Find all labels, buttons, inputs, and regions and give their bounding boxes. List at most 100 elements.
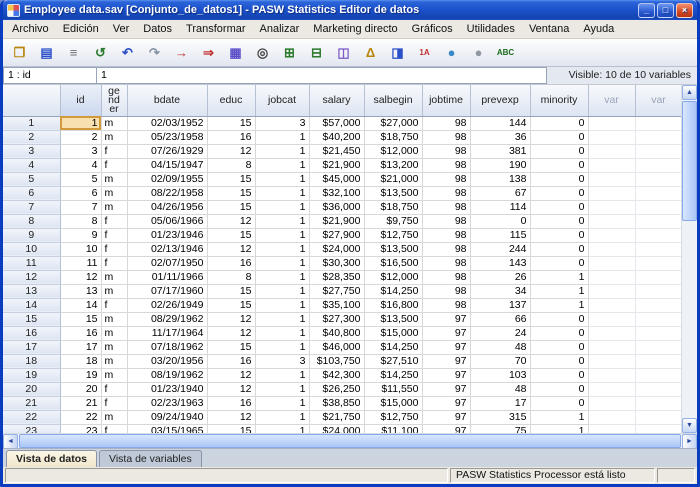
cell[interactable]: 15: [207, 284, 255, 298]
cell-empty[interactable]: [588, 410, 635, 424]
row-number[interactable]: 4: [3, 158, 60, 172]
cell[interactable]: $36,000: [309, 200, 364, 214]
cell[interactable]: 16: [207, 256, 255, 270]
cell[interactable]: $12,750: [364, 228, 422, 242]
cell[interactable]: 70: [470, 354, 530, 368]
cell[interactable]: 1: [255, 186, 309, 200]
cell[interactable]: m: [101, 326, 127, 340]
cell-empty[interactable]: [635, 186, 681, 200]
row-number[interactable]: 8: [3, 214, 60, 228]
row-number[interactable]: 21: [3, 396, 60, 410]
cell[interactable]: $9,750: [364, 214, 422, 228]
cell[interactable]: m: [101, 312, 127, 326]
cell-empty[interactable]: [588, 158, 635, 172]
cell[interactable]: 12: [207, 144, 255, 158]
cell[interactable]: 1: [255, 396, 309, 410]
row-number[interactable]: 14: [3, 298, 60, 312]
cell[interactable]: $15,000: [364, 326, 422, 340]
cell[interactable]: 12: [207, 214, 255, 228]
cell[interactable]: m: [101, 284, 127, 298]
column-header-gender[interactable]: gender: [101, 85, 127, 116]
cell-empty[interactable]: [635, 382, 681, 396]
minimize-button[interactable]: _: [638, 3, 655, 18]
cell[interactable]: $24,000: [309, 424, 364, 433]
cell[interactable]: 15: [207, 228, 255, 242]
cell[interactable]: 04/26/1956: [127, 200, 207, 214]
cell[interactable]: 1: [255, 410, 309, 424]
cell[interactable]: 67: [470, 186, 530, 200]
cell[interactable]: 12: [207, 242, 255, 256]
cell[interactable]: 138: [470, 172, 530, 186]
cell[interactable]: f: [101, 228, 127, 242]
cell[interactable]: 16: [207, 396, 255, 410]
row-number[interactable]: 20: [3, 382, 60, 396]
cell[interactable]: 0: [530, 186, 588, 200]
cell-empty[interactable]: [588, 144, 635, 158]
cell[interactable]: 05/23/1958: [127, 130, 207, 144]
cell[interactable]: $45,000: [309, 172, 364, 186]
cell-empty[interactable]: [635, 214, 681, 228]
cell[interactable]: 18: [60, 354, 101, 368]
row-number[interactable]: 10: [3, 242, 60, 256]
menu-item-ayuda[interactable]: Ayuda: [576, 20, 621, 38]
cell[interactable]: 0: [530, 228, 588, 242]
maximize-button[interactable]: □: [657, 3, 674, 18]
cell[interactable]: 98: [422, 172, 470, 186]
cell[interactable]: $13,200: [364, 158, 422, 172]
cell[interactable]: 0: [530, 256, 588, 270]
row-number[interactable]: 22: [3, 410, 60, 424]
cell-empty[interactable]: [635, 256, 681, 270]
cell[interactable]: 1: [255, 340, 309, 354]
cell[interactable]: 8: [207, 270, 255, 284]
cell[interactable]: f: [101, 144, 127, 158]
horizontal-scrollbar[interactable]: ◄ ►: [3, 433, 697, 448]
column-header-var1[interactable]: var: [588, 85, 635, 116]
cell[interactable]: 97: [422, 410, 470, 424]
menu-item-ver[interactable]: Ver: [106, 20, 137, 38]
cell[interactable]: 1: [530, 284, 588, 298]
cell[interactable]: 115: [470, 228, 530, 242]
cell[interactable]: 08/29/1962: [127, 312, 207, 326]
cell[interactable]: 103: [470, 368, 530, 382]
cell[interactable]: $12,000: [364, 270, 422, 284]
cell-empty[interactable]: [588, 368, 635, 382]
cell[interactable]: 97: [422, 354, 470, 368]
cell[interactable]: 144: [470, 116, 530, 130]
cell[interactable]: $18,750: [364, 130, 422, 144]
cell[interactable]: 0: [530, 214, 588, 228]
cell-empty[interactable]: [635, 130, 681, 144]
cell[interactable]: $38,850: [309, 396, 364, 410]
cell[interactable]: $21,900: [309, 158, 364, 172]
cell[interactable]: 1: [255, 200, 309, 214]
cell[interactable]: 03/15/1965: [127, 424, 207, 433]
scroll-down-button[interactable]: ▼: [682, 418, 697, 433]
cell[interactable]: 98: [422, 228, 470, 242]
horizontal-scroll-thumb[interactable]: [19, 434, 681, 448]
select-cases-icon[interactable]: ◨: [385, 41, 410, 64]
cell[interactable]: f: [101, 214, 127, 228]
cell[interactable]: 97: [422, 396, 470, 410]
cell[interactable]: 15: [207, 298, 255, 312]
cell[interactable]: 1: [530, 410, 588, 424]
cell[interactable]: 0: [530, 396, 588, 410]
scroll-up-button[interactable]: ▲: [682, 85, 697, 100]
goto-case-icon[interactable]: →: [169, 41, 194, 64]
cell[interactable]: 3: [60, 144, 101, 158]
cell[interactable]: 1: [255, 284, 309, 298]
cell[interactable]: 97: [422, 340, 470, 354]
cell-empty[interactable]: [635, 424, 681, 433]
cell[interactable]: 01/11/1966: [127, 270, 207, 284]
cell[interactable]: $14,250: [364, 284, 422, 298]
cell[interactable]: 244: [470, 242, 530, 256]
cell[interactable]: 12: [60, 270, 101, 284]
cell[interactable]: 15: [60, 312, 101, 326]
cell[interactable]: 1: [255, 172, 309, 186]
cell[interactable]: $27,000: [364, 116, 422, 130]
cell[interactable]: 0: [530, 368, 588, 382]
tab-data-view[interactable]: Vista de datos: [6, 450, 97, 467]
cell[interactable]: f: [101, 298, 127, 312]
cell-empty[interactable]: [635, 228, 681, 242]
cell-empty[interactable]: [635, 284, 681, 298]
row-number[interactable]: 23: [3, 424, 60, 433]
insert-cases-icon[interactable]: ⊞: [277, 41, 302, 64]
